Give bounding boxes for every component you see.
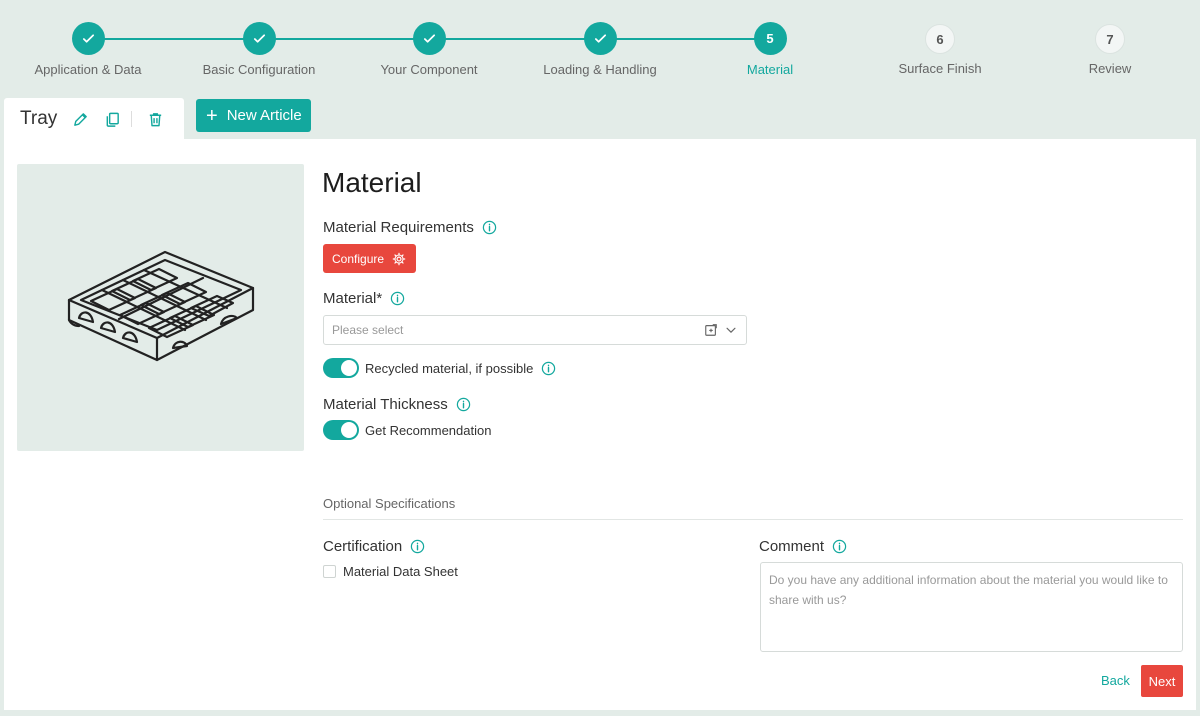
new-article-button[interactable]: + New Article (196, 99, 311, 132)
material-requirements-label: Material Requirements (323, 219, 497, 236)
step-material[interactable]: 5 Material (685, 22, 855, 77)
step-label: Application & Data (34, 62, 142, 77)
section-divider (323, 519, 1183, 520)
material-data-sheet-label: Material Data Sheet (343, 564, 458, 579)
catalog-icon[interactable] (704, 323, 718, 337)
copy-icon[interactable] (103, 110, 121, 128)
step-label: Basic Configuration (202, 62, 316, 77)
gear-icon (392, 252, 406, 265)
info-icon[interactable] (410, 539, 425, 554)
recommendation-row: Get Recommendation (323, 420, 491, 440)
recycled-material-label: Recycled material, if possible (365, 360, 534, 376)
check-icon (583, 22, 617, 55)
chevron-down-icon (726, 327, 736, 333)
page-title: Material (322, 167, 422, 198)
edit-icon[interactable] (71, 110, 89, 128)
step-application-data[interactable]: Application & Data (3, 22, 173, 77)
info-icon[interactable] (482, 220, 497, 235)
step-surface-finish[interactable]: 6 Surface Finish (855, 22, 1025, 76)
step-label: Material (746, 62, 794, 77)
info-icon[interactable] (456, 397, 471, 412)
tab-divider (131, 111, 133, 127)
label-text: Certification (323, 538, 403, 555)
label-text: Material* (323, 290, 383, 307)
comment-textarea[interactable] (760, 562, 1183, 652)
step-label: Surface Finish (898, 61, 982, 76)
next-button[interactable]: Next (1141, 665, 1183, 697)
step-basic-configuration[interactable]: Basic Configuration (174, 22, 344, 77)
material-field-label: Material* (323, 290, 405, 307)
plus-icon: + (206, 104, 218, 127)
recycled-material-toggle[interactable] (323, 358, 359, 378)
recommendation-label: Get Recommendation (365, 422, 492, 438)
step-label: Your Component (380, 62, 478, 77)
step-loading-handling[interactable]: Loading & Handling (515, 22, 685, 77)
recommendation-toggle[interactable] (323, 420, 359, 440)
recycled-material-row: Recycled material, if possible (323, 358, 556, 378)
step-number: 5 (753, 22, 787, 55)
component-preview (17, 164, 304, 451)
step-label: Loading & Handling (543, 62, 657, 77)
material-data-sheet-checkbox[interactable] (323, 565, 336, 578)
check-icon (242, 22, 276, 55)
info-icon[interactable] (390, 291, 405, 306)
tray-illustration (67, 250, 254, 361)
label-text: Material Requirements (323, 219, 474, 236)
certification-label: Certification (323, 538, 425, 555)
step-review[interactable]: 7 Review (1025, 22, 1195, 76)
configure-label: Configure (332, 251, 385, 266)
info-icon[interactable] (541, 361, 556, 376)
material-panel: Material Material Requirements Configure… (4, 139, 1196, 710)
step-number: 6 (925, 24, 955, 54)
new-article-label: New Article (226, 107, 302, 124)
configure-button[interactable]: Configure (323, 244, 417, 273)
article-tab-title: Tray (20, 108, 58, 129)
material-data-sheet-row: Material Data Sheet (323, 564, 458, 579)
article-tab[interactable]: Tray (4, 98, 184, 140)
material-thickness-label: Material Thickness (323, 396, 471, 413)
progress-stepper: Application & Data Basic Configuration Y… (0, 0, 1200, 96)
step-number: 7 (1095, 24, 1125, 54)
label-text: Comment (759, 538, 825, 555)
back-button[interactable]: Back (1101, 673, 1130, 688)
check-icon (71, 22, 105, 55)
label-text: Material Thickness (323, 396, 448, 413)
info-icon[interactable] (832, 539, 847, 554)
comment-label: Comment (759, 538, 847, 555)
trash-icon[interactable] (146, 110, 164, 128)
material-select-placeholder: Please select (332, 323, 404, 337)
step-your-component[interactable]: Your Component (344, 22, 514, 77)
material-select[interactable]: Please select (323, 315, 747, 345)
check-icon (412, 22, 446, 55)
step-label: Review (1088, 61, 1132, 76)
optional-specifications-title: Optional Specifications (323, 496, 456, 511)
